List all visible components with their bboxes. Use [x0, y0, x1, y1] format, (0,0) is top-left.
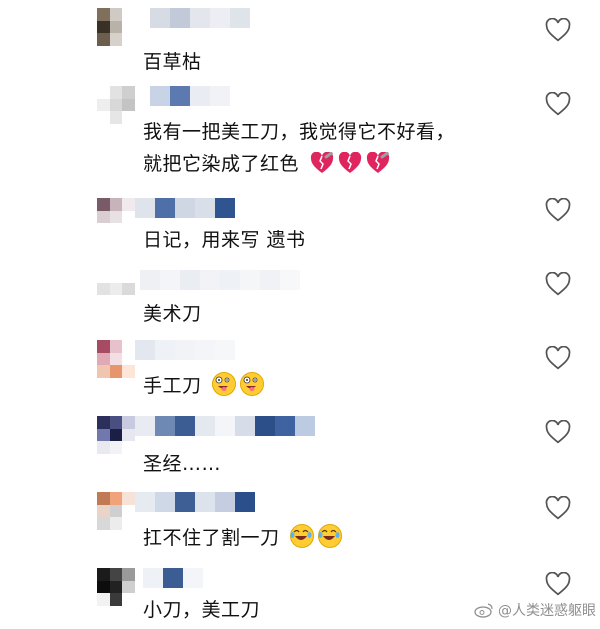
comment-text: 日记，用来写 遗书: [143, 229, 306, 251]
comment-text: 手工刀: [143, 370, 265, 402]
comment-text: 百草枯: [143, 51, 202, 73]
username-blurred[interactable]: [135, 492, 255, 514]
avatar[interactable]: [97, 568, 135, 606]
like-button[interactable]: [545, 571, 571, 596]
zany-face-emoji-icon: [240, 372, 265, 396]
like-button[interactable]: [545, 271, 571, 296]
username-blurred[interactable]: [135, 340, 235, 362]
comment-text: 美术刀: [143, 303, 202, 325]
broken-heart-emoji-icon: [338, 151, 362, 174]
like-button[interactable]: [545, 419, 571, 444]
comment-text-line2-label: 就把它染成了红色: [143, 153, 300, 175]
heart-outline-icon: [545, 571, 571, 596]
comment-text-label: 扛不住了割一刀: [143, 527, 280, 549]
broken-heart-emoji-icon: [366, 151, 390, 174]
comment-text-line2: 就把它染成了红色: [143, 148, 390, 180]
avatar[interactable]: [97, 492, 135, 530]
heart-outline-icon: [545, 419, 571, 444]
avatar[interactable]: [97, 86, 135, 124]
heart-outline-icon: [545, 495, 571, 520]
like-button[interactable]: [545, 495, 571, 520]
username-blurred[interactable]: [135, 198, 235, 220]
like-button[interactable]: [545, 91, 571, 116]
weibo-logo-icon: [474, 603, 493, 618]
avatar[interactable]: [97, 8, 135, 46]
avatar[interactable]: [97, 198, 135, 236]
heart-outline-icon: [545, 345, 571, 370]
username-blurred[interactable]: [150, 86, 230, 108]
username-blurred[interactable]: [150, 8, 250, 30]
like-button[interactable]: [545, 345, 571, 370]
avatar[interactable]: [97, 416, 135, 454]
face-with-tears-of-joy-emoji-icon: [318, 524, 343, 548]
username-blurred[interactable]: [143, 568, 203, 590]
username-blurred[interactable]: [135, 416, 315, 438]
heart-outline-icon: [545, 271, 571, 296]
avatar[interactable]: [97, 270, 135, 308]
watermark-text: @人类迷惑躯眼: [498, 603, 596, 619]
comment-text: 小刀，美工刀: [143, 599, 261, 621]
zany-face-emoji-icon: [212, 372, 237, 396]
comment-text: 扛不住了割一刀: [143, 522, 343, 554]
like-button[interactable]: [545, 197, 571, 222]
heart-outline-icon: [545, 197, 571, 222]
face-with-tears-of-joy-emoji-icon: [290, 524, 315, 548]
avatar[interactable]: [97, 340, 135, 378]
comment-text-line1: 我有一把美工刀，我觉得它不好看，: [143, 121, 456, 143]
heart-outline-icon: [545, 91, 571, 116]
weibo-watermark: @人类迷惑躯眼: [474, 600, 596, 620]
comment-text: 圣经……: [143, 453, 222, 475]
like-button[interactable]: [545, 17, 571, 42]
broken-heart-emoji-icon: [310, 151, 334, 174]
username-blurred[interactable]: [140, 270, 300, 292]
heart-outline-icon: [545, 17, 571, 42]
comment-text-label: 手工刀: [143, 375, 202, 397]
